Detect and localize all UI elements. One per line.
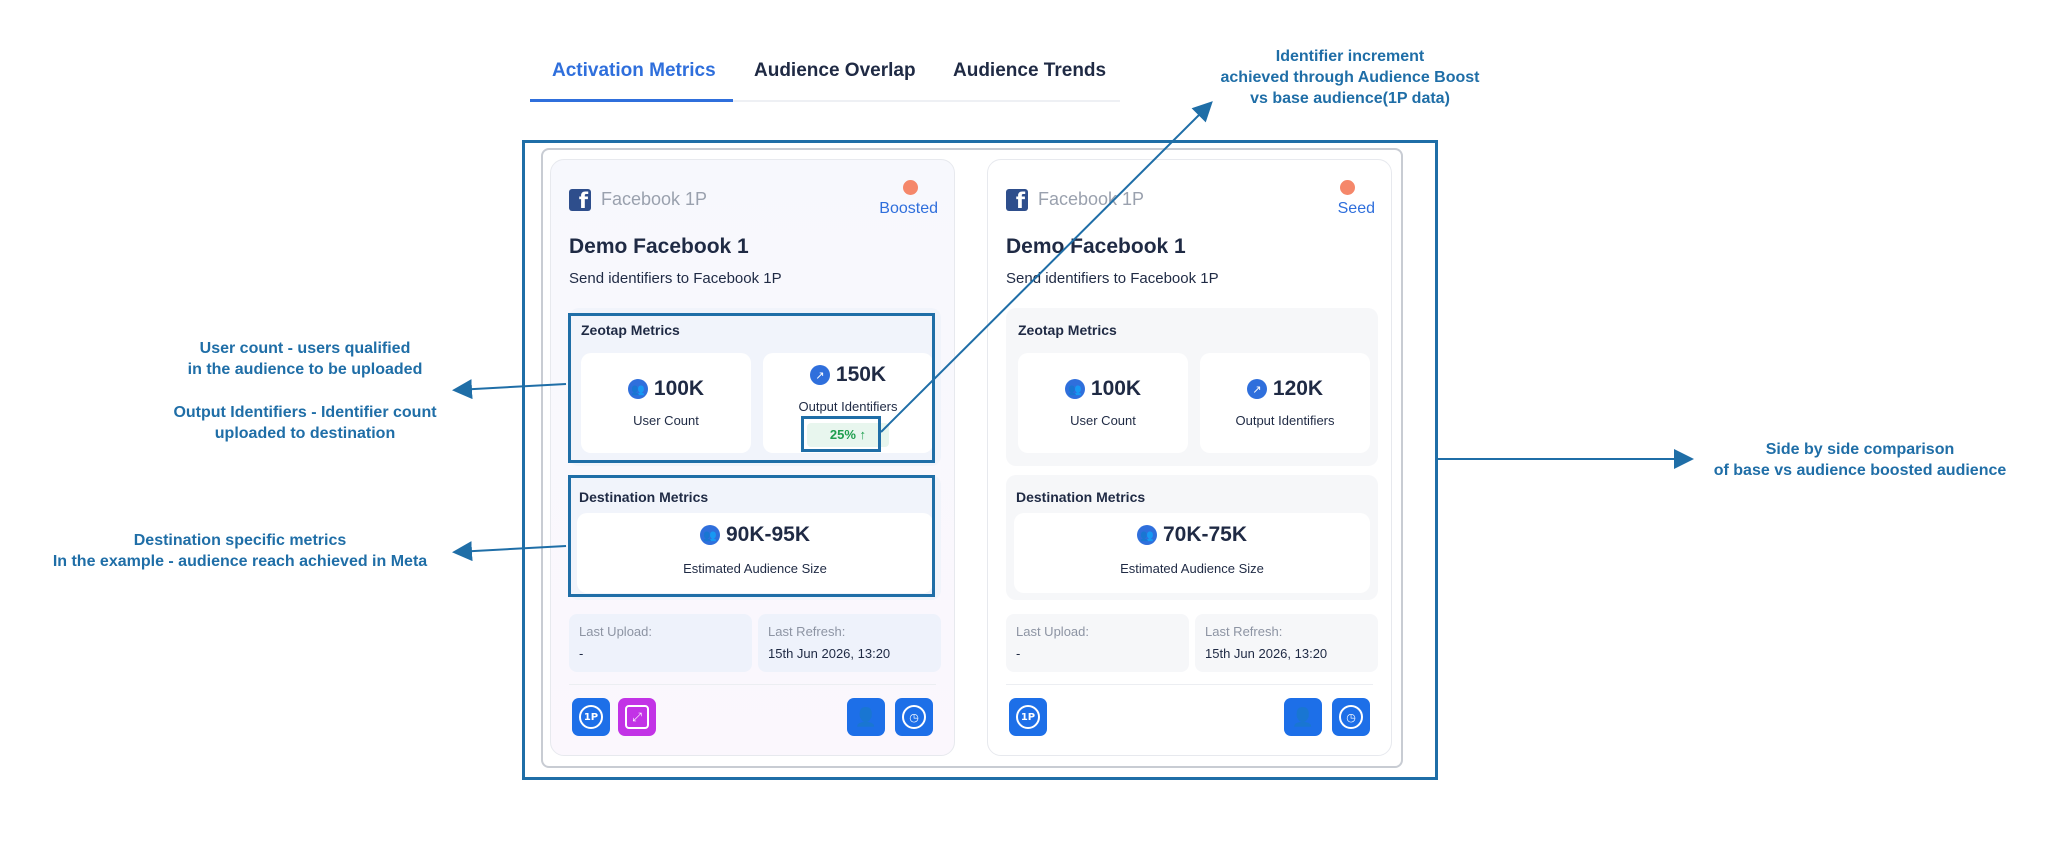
note-line: in the audience to be uploaded [187, 361, 423, 378]
tab-bar: Activation Metrics Audience Overlap Audi… [530, 50, 1120, 102]
note-line: achieved through Audience Boost [1220, 69, 1480, 86]
identifier-increment-note: Identifier increment achieved through Au… [1180, 46, 1520, 109]
destination-metrics-note: Destination specific metrics In the exam… [30, 530, 450, 572]
note-line: Identifier increment [1275, 48, 1425, 65]
destination-metrics-highlight [568, 475, 935, 597]
note-line: vs base audience(1P data) [1250, 90, 1450, 107]
side-by-side-note: Side by side comparison of base vs audie… [1690, 439, 2030, 481]
increment-highlight [801, 416, 881, 452]
note-line: Side by side comparison [1765, 441, 1955, 458]
note-line: Output Identifiers - Identifier count [173, 404, 437, 421]
note-line: of base vs audience boosted audience [1713, 462, 2007, 479]
active-tab-indicator [530, 99, 733, 102]
note-line: In the example - audience reach achieved… [52, 553, 428, 570]
output-identifiers-note: Output Identifiers - Identifier count up… [150, 402, 460, 444]
note-line: Destination specific metrics [133, 532, 347, 549]
tab-activation-metrics[interactable]: Activation Metrics [552, 60, 716, 82]
tab-audience-overlap[interactable]: Audience Overlap [754, 60, 916, 82]
note-line: User count - users qualified [199, 340, 411, 357]
tab-audience-trends[interactable]: Audience Trends [953, 60, 1106, 82]
user-count-note: User count - users qualified in the audi… [150, 338, 460, 380]
note-line: uploaded to destination [214, 425, 396, 442]
